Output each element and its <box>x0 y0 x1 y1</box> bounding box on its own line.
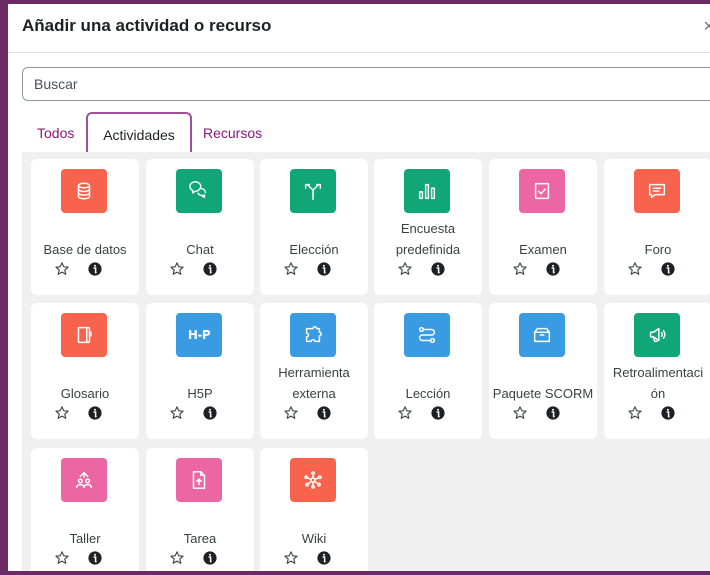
activity-card[interactable]: Tarea <box>146 448 254 571</box>
wiki-icon <box>290 458 336 502</box>
activity-name: Taller <box>69 531 101 546</box>
tab-all[interactable]: Todos <box>37 112 74 152</box>
activity-name: Lección <box>405 386 451 401</box>
glossary-icon <box>61 313 107 357</box>
activity-name: ón <box>650 386 666 401</box>
info-icon[interactable] <box>316 550 332 566</box>
activity-name: externa <box>292 386 336 401</box>
info-icon[interactable] <box>430 261 446 277</box>
tab-activities[interactable]: Actividades <box>86 112 192 154</box>
forum-icon <box>634 169 680 213</box>
activity-name: Glosario <box>60 386 110 401</box>
activity-card[interactable]: Paquete SCORM <box>489 303 597 439</box>
scorm-package-icon <box>519 313 565 357</box>
star-icon[interactable] <box>283 550 299 566</box>
lesson-icon <box>404 313 450 357</box>
feedback-icon <box>634 313 680 357</box>
assignment-icon <box>176 458 222 502</box>
info-icon[interactable] <box>316 261 332 277</box>
activity-name: Base de datos <box>43 242 127 257</box>
info-icon[interactable] <box>430 405 446 421</box>
activity-card[interactable]: H-P H5P <box>146 303 254 439</box>
info-icon[interactable] <box>545 261 561 277</box>
quiz-icon <box>519 169 565 213</box>
activity-name: Chat <box>186 242 214 257</box>
info-icon[interactable] <box>87 405 103 421</box>
star-icon[interactable] <box>283 405 299 421</box>
activity-card[interactable]: Lección <box>374 303 482 439</box>
workshop-icon <box>61 458 107 502</box>
activity-name: Elección <box>289 242 339 257</box>
h5p-icon-text: H-P <box>187 328 211 342</box>
activity-name: H5P <box>187 386 213 401</box>
h5p-icon: H-P <box>176 313 222 357</box>
star-icon[interactable] <box>169 550 185 566</box>
activity-card[interactable]: Encuesta predefinida <box>374 159 482 295</box>
star-icon[interactable] <box>397 261 413 277</box>
star-icon[interactable] <box>627 261 643 277</box>
modal-title: Añadir una actividad o recurso <box>22 16 272 35</box>
info-icon[interactable] <box>202 405 218 421</box>
external-tool-icon <box>290 313 336 357</box>
chat-icon <box>176 169 222 213</box>
activity-name: Retroalimentaci <box>612 365 704 380</box>
activity-card[interactable]: Base de datos <box>31 159 139 295</box>
activity-card[interactable]: Elección <box>260 159 368 295</box>
tab-bar: Todos Actividades Recursos <box>22 112 710 154</box>
star-icon[interactable] <box>397 405 413 421</box>
activity-card[interactable]: Retroalimentaci ón <box>604 303 710 439</box>
choice-icon <box>290 169 336 213</box>
activity-card[interactable]: Chat <box>146 159 254 295</box>
info-icon[interactable] <box>87 261 103 277</box>
star-icon[interactable] <box>54 405 70 421</box>
activity-card[interactable]: Foro <box>604 159 710 295</box>
star-icon[interactable] <box>169 405 185 421</box>
modal-header: Añadir una actividad o recurso × <box>8 4 710 53</box>
activity-name: Wiki <box>301 531 327 546</box>
activity-name: Foro <box>644 242 672 257</box>
database-icon <box>61 169 107 213</box>
info-icon[interactable] <box>202 261 218 277</box>
info-icon[interactable] <box>316 405 332 421</box>
star-icon[interactable] <box>627 405 643 421</box>
activity-grid: Base de datos Chat Elección Encuesta predefi… <box>22 152 710 571</box>
survey-icon <box>404 169 450 213</box>
star-icon[interactable] <box>54 550 70 566</box>
info-icon[interactable] <box>660 261 676 277</box>
tab-resources[interactable]: Recursos <box>203 112 262 152</box>
activity-name: predefinida <box>395 242 461 257</box>
activity-card[interactable]: Herramienta externa <box>260 303 368 439</box>
search-input[interactable] <box>22 67 710 101</box>
close-icon[interactable]: × <box>703 16 710 37</box>
star-icon[interactable] <box>283 261 299 277</box>
info-icon[interactable] <box>202 550 218 566</box>
activity-card[interactable]: Examen <box>489 159 597 295</box>
activity-name: Encuesta <box>400 221 456 236</box>
info-icon[interactable] <box>87 550 103 566</box>
info-icon[interactable] <box>545 405 561 421</box>
star-icon[interactable] <box>169 261 185 277</box>
activity-name: Herramienta <box>278 365 350 380</box>
activity-card[interactable]: Taller <box>31 448 139 571</box>
star-icon[interactable] <box>512 261 528 277</box>
activity-name: Tarea <box>183 531 217 546</box>
activity-name: Paquete SCORM <box>492 386 594 401</box>
activity-name: Examen <box>519 242 567 257</box>
star-icon[interactable] <box>512 405 528 421</box>
activity-card[interactable]: Glosario <box>31 303 139 439</box>
star-icon[interactable] <box>54 261 70 277</box>
info-icon[interactable] <box>660 405 676 421</box>
activity-card[interactable]: Wiki <box>260 448 368 571</box>
